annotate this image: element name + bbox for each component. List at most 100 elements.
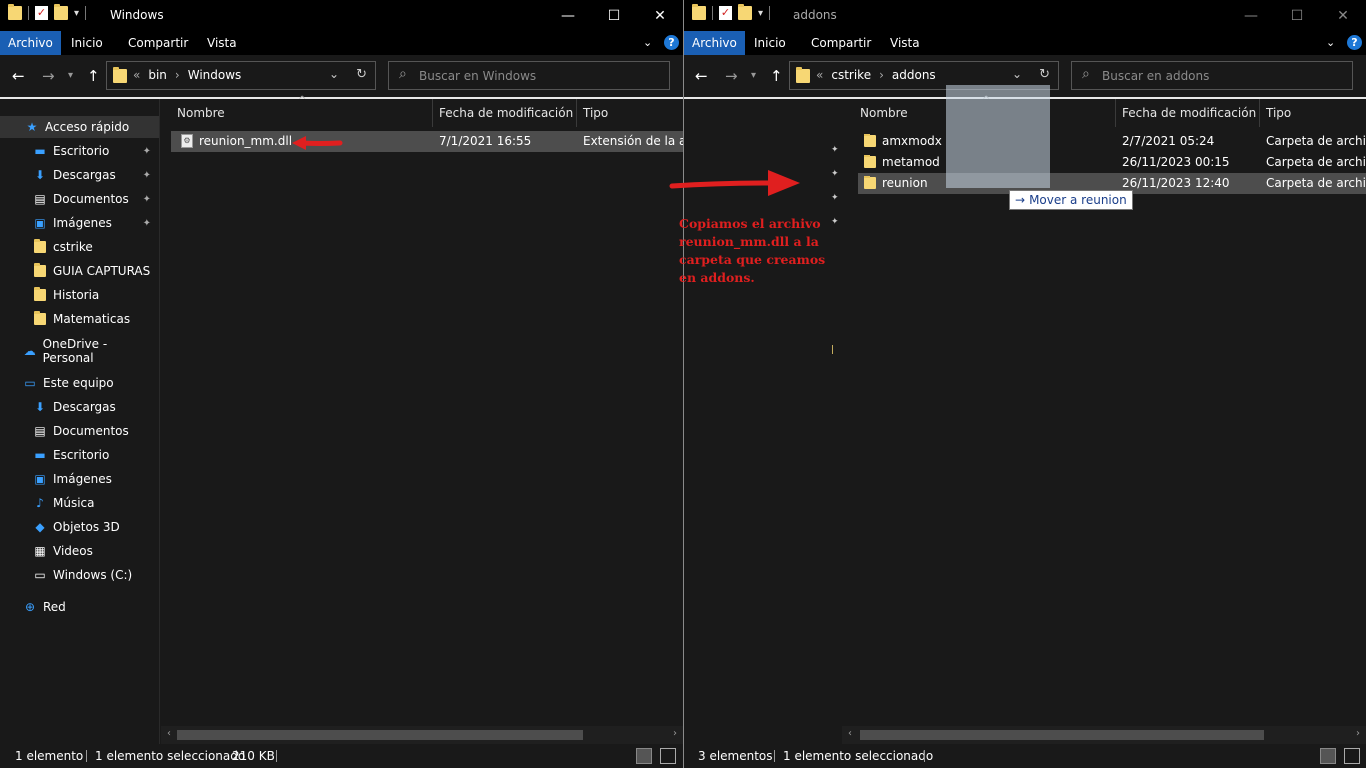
nav-item-este-equipo[interactable]: ▭ Este equipo bbox=[0, 372, 159, 394]
large-icons-view-icon[interactable] bbox=[1344, 748, 1360, 764]
scrollbar-thumb[interactable] bbox=[177, 730, 583, 740]
nav-item-escritorio[interactable]: ▬ Escritorio bbox=[0, 444, 159, 466]
recent-locations-icon[interactable]: ▾ bbox=[68, 70, 73, 81]
new-folder-icon[interactable] bbox=[54, 4, 68, 20]
horizontal-scrollbar[interactable]: ‹ › bbox=[161, 726, 683, 744]
details-view-icon[interactable] bbox=[636, 748, 652, 764]
tab-archivo[interactable]: Archivo bbox=[684, 31, 745, 55]
nav-item-imágenes[interactable]: ▣ Imágenes bbox=[0, 468, 159, 490]
nav-item-descargas[interactable]: ⬇ Descargas ✦ bbox=[0, 164, 159, 186]
refresh-icon[interactable]: ↻ bbox=[356, 67, 367, 82]
help-icon[interactable]: ? bbox=[664, 35, 679, 50]
nav-item-escritorio[interactable]: ▬ Escritorio ✦ bbox=[0, 140, 159, 162]
nav-item-descargas[interactable]: ⬇ Descargas bbox=[0, 396, 159, 418]
customize-toolbar-icon[interactable]: ▾ bbox=[74, 8, 79, 19]
chevron-down-icon[interactable]: ⌄ bbox=[329, 67, 339, 81]
breadcrumb-overflow[interactable]: « bbox=[133, 68, 140, 82]
breadcrumb-item-addons[interactable]: addons bbox=[892, 68, 936, 82]
download-icon: ⬇ bbox=[34, 400, 46, 414]
tab-vista[interactable]: Vista bbox=[882, 31, 928, 55]
breadcrumb-separator-icon: › bbox=[879, 68, 884, 82]
breadcrumb-item-cstrike[interactable]: cstrike bbox=[831, 68, 871, 82]
tab-inicio[interactable]: Inicio bbox=[746, 31, 794, 55]
chevron-down-icon[interactable]: ⌄ bbox=[1012, 67, 1022, 81]
folder-row-amxmodx[interactable]: amxmodx 2/7/2021 05:24 Carpeta de archiv… bbox=[858, 131, 1366, 152]
back-icon[interactable]: ← bbox=[695, 67, 708, 85]
properties-icon[interactable]: ✓ bbox=[35, 6, 48, 20]
up-icon[interactable]: ↑ bbox=[770, 67, 783, 85]
breadcrumb-item-bin[interactable]: bin bbox=[148, 68, 167, 82]
pin-icon[interactable]: ✦ bbox=[143, 146, 151, 157]
nav-item-onedrive-personal[interactable]: ☁ OneDrive - Personal bbox=[0, 337, 159, 365]
nav-item-documentos[interactable]: ▤ Documentos ✦ bbox=[0, 188, 159, 210]
close-icon[interactable]: ✕ bbox=[1320, 0, 1366, 31]
expand-ribbon-icon[interactable]: ⌄ bbox=[1326, 36, 1335, 49]
back-icon[interactable]: ← bbox=[12, 67, 25, 85]
forward-icon[interactable]: → bbox=[725, 67, 738, 85]
help-icon[interactable]: ? bbox=[1347, 35, 1362, 50]
column-name[interactable]: Nombre bbox=[171, 99, 433, 127]
selection-info: 1 elemento seleccionado bbox=[783, 749, 934, 763]
nav-item-objetos-3d[interactable]: ◆ Objetos 3D bbox=[0, 516, 159, 538]
tab-compartir[interactable]: Compartir bbox=[120, 31, 196, 55]
nav-item-documentos[interactable]: ▤ Documentos bbox=[0, 420, 159, 442]
selection-info: 1 elemento seleccionado bbox=[95, 749, 246, 763]
item-count: 1 elemento bbox=[15, 749, 84, 763]
search-input[interactable] bbox=[419, 66, 639, 86]
minimize-icon[interactable]: — bbox=[1228, 0, 1274, 31]
pin-icon[interactable]: ✦ bbox=[143, 218, 151, 229]
recent-locations-icon[interactable]: ▾ bbox=[751, 70, 756, 81]
column-type[interactable]: Tipo bbox=[577, 99, 683, 127]
file-list: ^ Nombre Fecha de modificación Tipo ⚙ re… bbox=[161, 95, 683, 744]
close-icon[interactable]: ✕ bbox=[637, 0, 683, 31]
nav-item-windows-c-[interactable]: ▭ Windows (C:) bbox=[0, 564, 159, 586]
column-date[interactable]: Fecha de modificación bbox=[1116, 99, 1260, 127]
nav-item-red[interactable]: ⊕ Red bbox=[0, 596, 159, 618]
drive-icon: ▭ bbox=[34, 568, 46, 582]
new-folder-icon[interactable] bbox=[738, 4, 752, 20]
tab-archivo[interactable]: Archivo bbox=[0, 31, 61, 55]
properties-icon[interactable]: ✓ bbox=[719, 6, 732, 20]
nav-item-videos[interactable]: ▦ Videos bbox=[0, 540, 159, 562]
nav-item-historia[interactable]: Historia bbox=[0, 284, 159, 306]
tab-vista[interactable]: Vista bbox=[199, 31, 245, 55]
up-icon[interactable]: ↑ bbox=[87, 67, 100, 85]
breadcrumb-overflow[interactable]: « bbox=[816, 68, 823, 82]
scrollbar-thumb[interactable] bbox=[860, 730, 1264, 740]
file-name: metamod bbox=[882, 155, 940, 169]
search-input[interactable] bbox=[1102, 66, 1322, 86]
column-date[interactable]: Fecha de modificación bbox=[433, 99, 577, 127]
nav-item-guia-capturas[interactable]: GUIA CAPTURAS bbox=[0, 260, 159, 282]
details-view-icon[interactable] bbox=[1320, 748, 1336, 764]
folder-row-metamod[interactable]: metamod 26/11/2023 00:15 Carpeta de arch… bbox=[858, 152, 1366, 173]
download-icon: ⬇ bbox=[34, 168, 46, 182]
scroll-right-icon[interactable]: › bbox=[673, 728, 677, 739]
pin-icon[interactable]: ✦ bbox=[143, 194, 151, 205]
minimize-icon[interactable]: — bbox=[545, 0, 591, 31]
scroll-left-icon[interactable]: ‹ bbox=[848, 728, 852, 739]
tab-compartir[interactable]: Compartir bbox=[803, 31, 879, 55]
large-icons-view-icon[interactable] bbox=[660, 748, 676, 764]
horizontal-scrollbar[interactable]: ‹ › bbox=[842, 726, 1366, 744]
pin-icon[interactable]: ✦ bbox=[143, 170, 151, 181]
toolbar-separator bbox=[712, 6, 713, 20]
nav-item-matematicas[interactable]: Matematicas bbox=[0, 308, 159, 330]
scroll-left-icon[interactable]: ‹ bbox=[167, 728, 171, 739]
file-row-reunion-mm[interactable]: ⚙ reunion_mm.dll 7/1/2021 16:55 Extensió… bbox=[171, 131, 683, 152]
scroll-right-icon[interactable]: › bbox=[1356, 728, 1360, 739]
maximize-icon[interactable]: ☐ bbox=[1274, 0, 1320, 31]
refresh-icon[interactable]: ↻ bbox=[1039, 67, 1050, 82]
collapsed-nav-pane: ✦ ✦ ✦ ✦ | bbox=[831, 99, 841, 744]
forward-icon[interactable]: → bbox=[42, 67, 55, 85]
nav-item-acceso-rápido[interactable]: ★ Acceso rápido bbox=[0, 116, 159, 138]
tab-inicio[interactable]: Inicio bbox=[63, 31, 111, 55]
nav-item-música[interactable]: ♪ Música bbox=[0, 492, 159, 514]
nav-item-cstrike[interactable]: cstrike bbox=[0, 236, 159, 258]
maximize-icon[interactable]: ☐ bbox=[591, 0, 637, 31]
column-type[interactable]: Tipo bbox=[1260, 99, 1366, 127]
address-box[interactable]: « bin › Windows ⌄ ↻ bbox=[106, 61, 376, 90]
breadcrumb-item-windows[interactable]: Windows bbox=[188, 68, 242, 82]
expand-ribbon-icon[interactable]: ⌄ bbox=[643, 36, 652, 49]
nav-item-imágenes[interactable]: ▣ Imágenes ✦ bbox=[0, 212, 159, 234]
customize-toolbar-icon[interactable]: ▾ bbox=[758, 8, 763, 19]
